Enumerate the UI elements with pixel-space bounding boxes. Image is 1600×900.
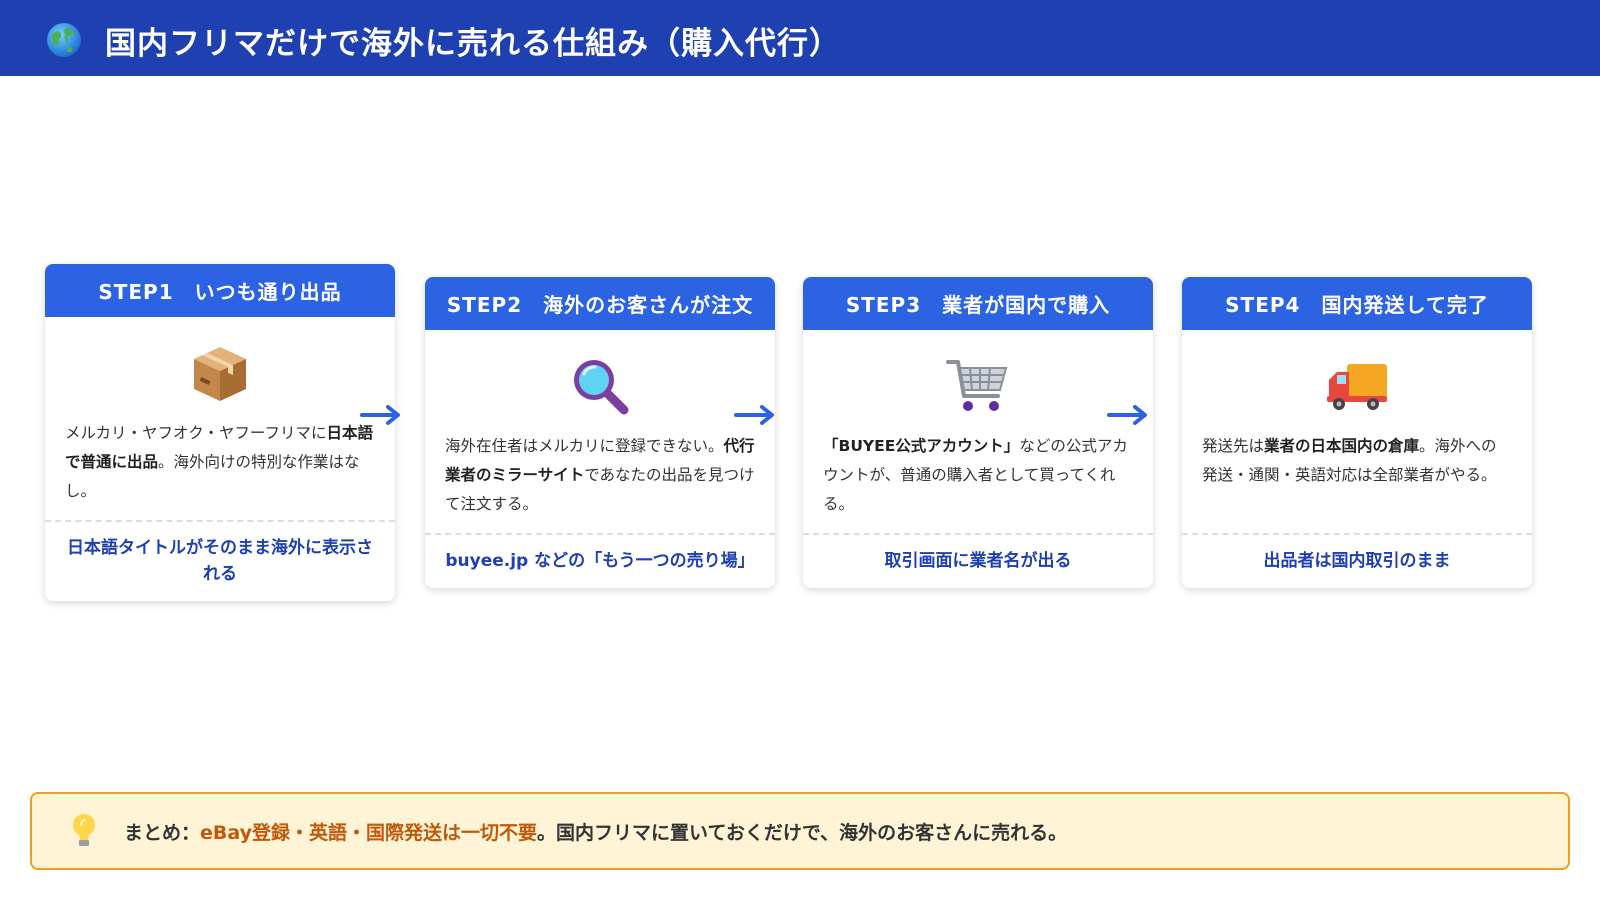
- step-card-3: STEP3 業者が国内で購入 「BUYEE公式アカウント」などの公式アカウントが…: [803, 277, 1153, 588]
- summary-box: まとめ：eBay登録・英語・国際発送は一切不要。国内フリマに置いておくだけで、海…: [30, 792, 1570, 870]
- step-description: メルカリ・ヤフオク・ヤフーフリマに日本語で普通に出品。海外向けの特別な作業はなし…: [45, 405, 395, 520]
- description-emphasis: 業者の日本国内の倉庫: [1264, 437, 1420, 455]
- summary-suffix: 。国内フリマに置いておくだけで、海外のお客さんに売れる。: [537, 822, 1068, 844]
- delivery-truck-icon: [1327, 364, 1387, 410]
- description-text: 海外在住者はメルカリに登録できない。: [445, 437, 724, 455]
- step-description: 「BUYEE公式アカウント」などの公式アカウントが、普通の購入者として買ってくれ…: [803, 418, 1153, 533]
- step-description: 海外在住者はメルカリに登録できない。代行業者のミラーサイトであなたの出品を見つけ…: [425, 418, 775, 533]
- summary-highlight: eBay登録・英語・国際発送は一切不要: [200, 822, 538, 844]
- step-card-2: STEP2 海外のお客さんが注文 海外在住者はメルカリに登録できない。代行業者の…: [425, 277, 775, 588]
- step-title: STEP3 業者が国内で購入: [803, 277, 1153, 330]
- description-emphasis: 「BUYEE公式アカウント」: [823, 437, 1020, 455]
- step-title: STEP4 国内発送して完了: [1182, 277, 1532, 330]
- magnifier-icon: [574, 360, 629, 415]
- summary-prefix: まとめ：: [124, 822, 201, 844]
- step-footer: 日本語タイトルがそのまま海外に表示される: [45, 520, 395, 601]
- description-text: メルカリ・ヤフオク・ヤフーフリマに: [65, 424, 327, 442]
- summary-text: まとめ：eBay登録・英語・国際発送は一切不要。国内フリマに置いておくだけで、海…: [124, 818, 1067, 845]
- shopping-cart-icon: [946, 360, 1008, 411]
- step-footer: buyee.jp などの「もう一つの売り場」: [425, 533, 775, 588]
- step-description: 発送先は業者の日本国内の倉庫。海外への発送・通関・英語対応は全部業者がやる。: [1182, 418, 1532, 533]
- globe-icon: [47, 23, 81, 57]
- arrow-right-icon: [360, 405, 400, 425]
- step-card-1: STEP1 いつも通り出品 メルカリ・ヤフオク・ヤフーフリマに日本語で普通に出品…: [45, 264, 395, 601]
- page-title: 国内フリマだけで海外に売れる仕組み（購入代行）: [105, 26, 841, 62]
- step-card-4: STEP4 国内発送して完了 発送先は業者の日本国内の倉庫。海外への発送・通関・…: [1182, 277, 1532, 588]
- step-title: STEP1 いつも通り出品: [45, 264, 395, 317]
- package-icon: [194, 347, 246, 401]
- step-footer: 出品者は国内取引のまま: [1182, 533, 1532, 588]
- arrow-right-icon: [734, 405, 774, 425]
- step-title: STEP2 海外のお客さんが注文: [425, 277, 775, 330]
- arrow-right-icon: [1107, 405, 1147, 425]
- page-header: 国内フリマだけで海外に売れる仕組み（購入代行）: [0, 0, 1600, 76]
- description-text: 発送先は: [1202, 437, 1265, 455]
- lightbulb-icon: [73, 814, 95, 846]
- step-footer: 取引画面に業者名が出る: [803, 533, 1153, 588]
